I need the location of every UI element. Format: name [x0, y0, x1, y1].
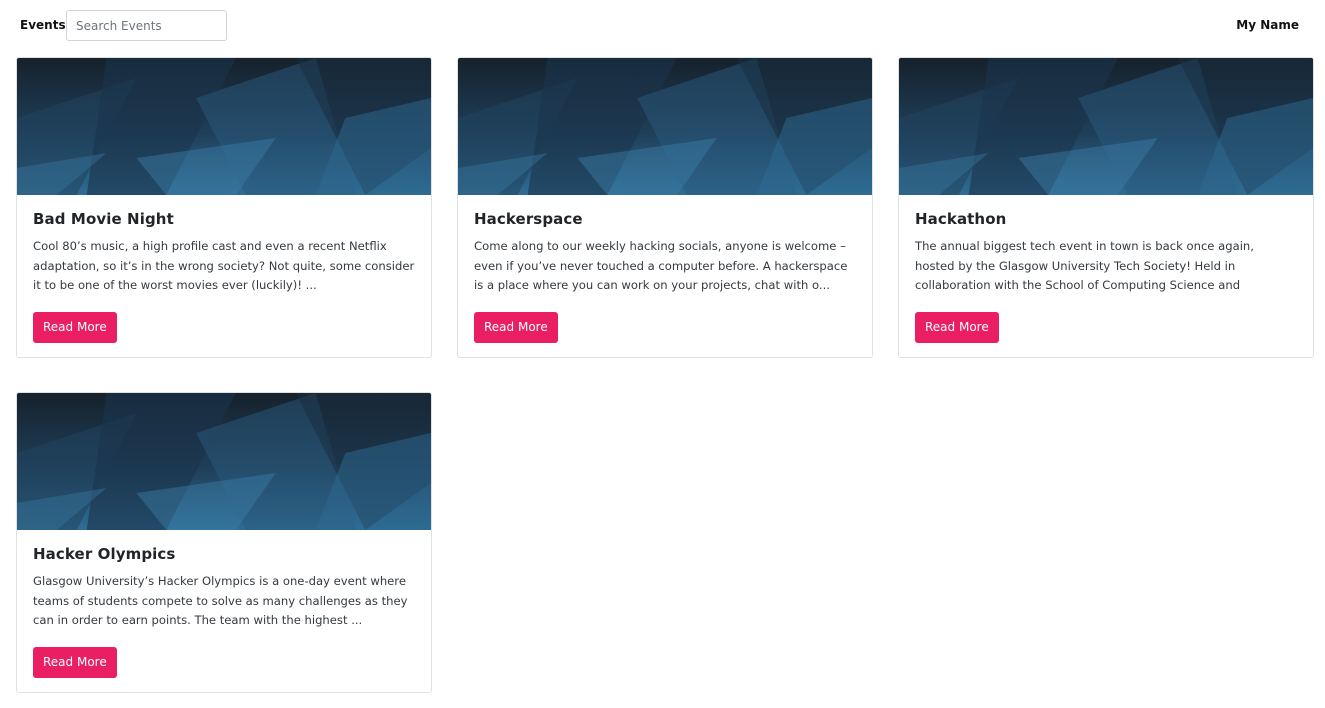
event-card: Hackathon The annual biggest tech event …	[898, 57, 1314, 358]
event-header-image	[17, 393, 431, 530]
card-body: Hacker Olympics Glasgow University’s Hac…	[33, 545, 415, 678]
read-more-button[interactable]: Read More	[33, 312, 117, 343]
event-title: Bad Movie Night	[33, 210, 174, 228]
event-title: Hackathon	[915, 210, 1007, 228]
event-title: Hacker Olympics	[33, 545, 176, 563]
event-header-image	[458, 58, 872, 195]
event-title: Hackerspace	[474, 210, 583, 228]
event-description: The annual biggest tech event in town is…	[915, 239, 1254, 292]
event-description: Cool 80’s music, a high profile cast and…	[33, 239, 415, 292]
card-body: Hackathon The annual biggest tech event …	[915, 210, 1297, 343]
read-more-button[interactable]: Read More	[33, 647, 117, 678]
card-body: Hackerspace Come along to our weekly hac…	[474, 210, 856, 343]
event-description: Glasgow University’s Hacker Olympics is …	[33, 574, 408, 627]
brand-title[interactable]: Events	[20, 18, 66, 32]
event-description: Come along to our weekly hacking socials…	[474, 239, 848, 292]
navbar: Events My Name	[0, 0, 1325, 52]
read-more-button[interactable]: Read More	[474, 312, 558, 343]
event-header-image	[899, 58, 1313, 195]
user-name-link[interactable]: My Name	[1236, 18, 1299, 32]
event-header-image	[17, 58, 431, 195]
search-input[interactable]	[66, 10, 227, 41]
read-more-button[interactable]: Read More	[915, 312, 999, 343]
event-card: Bad Movie Night Cool 80’s music, a high …	[16, 57, 432, 358]
card-body: Bad Movie Night Cool 80’s music, a high …	[33, 210, 415, 343]
event-card: Hackerspace Come along to our weekly hac…	[457, 57, 873, 358]
event-card: Hacker Olympics Glasgow University’s Hac…	[16, 392, 432, 693]
